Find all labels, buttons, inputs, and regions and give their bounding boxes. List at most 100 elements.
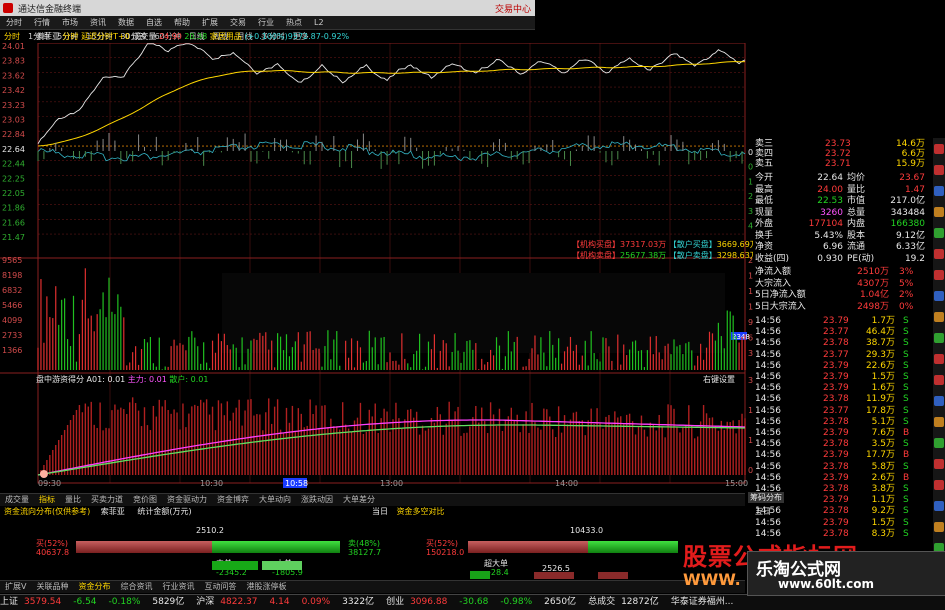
tick-price: 23.79: [823, 495, 849, 506]
fund-right-mid-bar: [534, 572, 574, 579]
indicator-tab-0[interactable]: 成交量: [0, 494, 34, 506]
side-tool-icon[interactable]: [934, 228, 944, 238]
period-0[interactable]: 分时: [0, 30, 24, 43]
bottom-tab-5[interactable]: 互动问答: [199, 581, 241, 593]
side-tool-icon[interactable]: [934, 501, 944, 511]
side-tool-icon[interactable]: [934, 459, 944, 469]
menu-item-8[interactable]: 交易: [224, 16, 252, 29]
indicator-tab-8[interactable]: 涨跌动因: [296, 494, 338, 506]
indicator-tab-5[interactable]: 资金驱动力: [162, 494, 212, 506]
five-day-button[interactable]: 五日: [755, 506, 771, 517]
trade-center-link[interactable]: 交易中心: [495, 2, 531, 15]
tick-price: 23.79: [823, 372, 849, 382]
menu-item-10[interactable]: 热点: [280, 16, 308, 29]
indicator-tab-4[interactable]: 竞价图: [128, 494, 162, 506]
fund-left-sell-bar: [212, 541, 340, 553]
ask-label: 卖五: [755, 159, 774, 169]
side-tool-icon[interactable]: [934, 375, 944, 385]
side-tool-icon[interactable]: [934, 249, 944, 259]
indicator-tab-7[interactable]: 大单动向: [254, 494, 296, 506]
status-value: 4.14: [269, 597, 290, 607]
side-tool-icon[interactable]: [934, 144, 944, 154]
retail-buy-label: 散户买盘: [676, 240, 709, 249]
retail-sell-label: 散户卖盘: [676, 251, 709, 260]
flow-label: 大宗流入: [755, 278, 792, 289]
stat-value: 22.64: [817, 173, 843, 183]
tick-price: 23.78: [823, 461, 849, 472]
status-value: 3096.88: [410, 597, 448, 607]
tick-row: 14:56 23.77 46.4万 S: [753, 326, 933, 338]
side-tool-icon[interactable]: [934, 165, 944, 175]
side-tool-icon[interactable]: [934, 522, 944, 532]
bottom-tab-6[interactable]: 港股涨停板: [241, 581, 291, 593]
tick-price: 23.77: [823, 327, 849, 338]
indicator-tab-3[interactable]: 买卖力道: [86, 494, 128, 506]
side-tool-icon[interactable]: [934, 438, 944, 448]
status-value: -0.98%: [500, 597, 533, 607]
stat-label-2: 内盘: [847, 219, 866, 229]
tick-direction: S: [903, 372, 909, 382]
fund-right-buy-bar: [468, 541, 588, 553]
menu-item-6[interactable]: 帮助: [168, 16, 196, 29]
menu-item-9[interactable]: 行业: [252, 16, 280, 29]
side-tool-icon[interactable]: [934, 417, 944, 427]
tick-time: 14:56: [755, 349, 781, 360]
side-tool-icon[interactable]: [934, 186, 944, 196]
fund-left-buy: 40637.8: [36, 548, 70, 557]
bottom-tabs: 扩展V 关联品种 资金分布 综合资讯 行业资讯 互动问答 港股涨停板: [0, 580, 745, 593]
tick-direction: S: [903, 338, 909, 349]
menu-item-1[interactable]: 行情: [28, 16, 56, 29]
side-tool-icon[interactable]: [934, 207, 944, 217]
side-tool-icon[interactable]: [934, 291, 944, 301]
bottom-tab-2[interactable]: 资金分布: [73, 581, 115, 593]
tick-row: 14:56 23.78 5.1万 S: [753, 416, 933, 428]
menu-item-5[interactable]: 自选: [140, 16, 168, 29]
indicator-tab-2[interactable]: 量比: [60, 494, 86, 506]
status-label: 总成交: [588, 597, 616, 607]
indicator-b: 主力: 0.01: [127, 375, 167, 384]
fund-small-bar: [262, 561, 302, 570]
tick-row: 14:56 23.78 3.5万 S: [753, 438, 933, 450]
stat-value-2: 166380: [890, 219, 925, 229]
menu-item-2[interactable]: 市场: [56, 16, 84, 29]
side-toolbar: [933, 138, 945, 598]
indicator-tab-1[interactable]: 指标: [34, 494, 60, 506]
inst-buy-label: 机构买盘: [580, 240, 612, 249]
side-tool-icon[interactable]: [934, 312, 944, 322]
indicator-tab-9[interactable]: 大单差分: [338, 494, 380, 506]
bottom-tab-3[interactable]: 综合资讯: [115, 581, 157, 593]
tick-volume: 2.6万: [871, 472, 895, 483]
menu-item-11[interactable]: L2: [308, 16, 330, 29]
side-tool-icon[interactable]: [934, 480, 944, 490]
tick-direction: S: [903, 416, 909, 427]
side-tool-icon[interactable]: [934, 270, 944, 280]
tick-time: 14:56: [755, 405, 781, 416]
menu-item-0[interactable]: 分时: [0, 16, 28, 29]
indicator-tab-6[interactable]: 资金博弈: [212, 494, 254, 506]
side-tool-icon[interactable]: [934, 396, 944, 406]
menu-item-4[interactable]: 数据: [112, 16, 140, 29]
status-label: 华泰证券福州...: [670, 597, 734, 607]
menu-item-7[interactable]: 扩展: [196, 16, 224, 29]
bottom-tab-4[interactable]: 行业资讯: [157, 581, 199, 593]
tick-price: 23.78: [823, 416, 849, 427]
stat-value-2: 217.0亿: [890, 196, 925, 206]
chart-area[interactable]: 24.01 23.83 23.62 23.42 23.23 23.03 22.84 22.64…: [0, 43, 760, 493]
status-item-10: -0.98%: [500, 595, 538, 609]
fund-left-tab1[interactable]: 索菲亚: [101, 507, 125, 516]
price-legend: 索菲亚 分时 延迟分时T+0 成交量 24.90 20.38 家居用品 (+0.…: [36, 31, 349, 42]
chip-distribution-button[interactable]: 筹码分布: [748, 492, 784, 503]
fund-right-sell-bar: [588, 541, 678, 553]
bottom-tab-1[interactable]: 关联品种: [31, 581, 73, 593]
tick-row: 14:56 23.79 7.6万 B: [753, 427, 933, 439]
indicator-settings-button[interactable]: 右键设置: [703, 374, 735, 385]
menu-item-3[interactable]: 资讯: [84, 16, 112, 29]
vol-axis-label: 1366: [2, 346, 22, 355]
vol-axis-label: 2733: [2, 331, 22, 340]
fund-left-tab2[interactable]: 统计金额(万元): [137, 507, 191, 516]
status-item-0: 上证 3579.54: [0, 595, 67, 609]
fund-right-tab[interactable]: 资金多空对比: [397, 507, 445, 516]
side-tool-icon[interactable]: [934, 354, 944, 364]
bottom-tab-0[interactable]: 扩展V: [0, 581, 31, 593]
side-tool-icon[interactable]: [934, 333, 944, 343]
